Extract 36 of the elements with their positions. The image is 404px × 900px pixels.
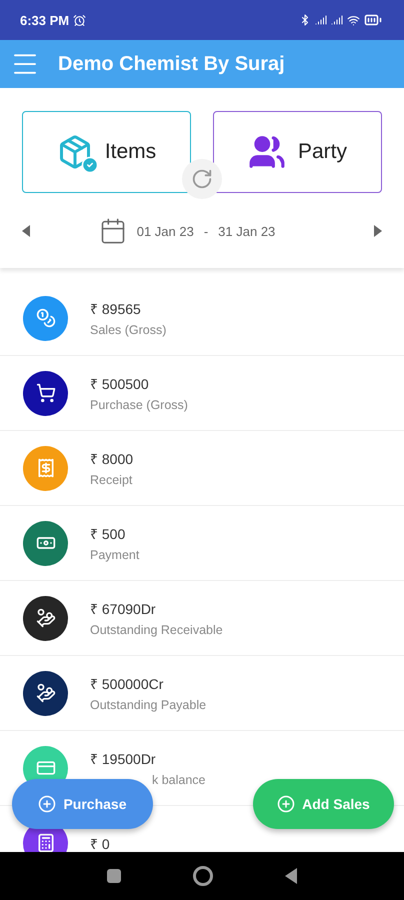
- summary-label: k balance: [152, 773, 206, 787]
- amount-text: ₹ 0: [90, 834, 110, 852]
- amount-text: ₹ 500500: [90, 375, 150, 393]
- recents-icon[interactable]: [107, 869, 121, 883]
- date-to: 31 Jan 23: [218, 224, 276, 238]
- amount-text: ₹ 8000: [90, 450, 134, 468]
- signal-icon: [315, 14, 327, 26]
- summary-label: Outstanding Receivable: [90, 623, 223, 637]
- summary-label: Sales (Gross): [90, 323, 166, 337]
- signal-icon: [331, 14, 343, 26]
- wifi-icon: [347, 14, 360, 26]
- users-icon: [248, 133, 286, 171]
- summary-label: Receipt: [90, 473, 134, 487]
- summary-label: Outstanding Payable: [90, 698, 206, 712]
- plus-icon: [38, 795, 56, 813]
- amount-text: ₹ 500: [90, 525, 126, 543]
- party-card[interactable]: Party: [213, 111, 382, 193]
- summary-label: Payment: [90, 548, 140, 562]
- amount-text: ₹ 67090Dr: [90, 600, 157, 618]
- status-time: 6:33 PM: [20, 12, 70, 28]
- refresh-icon: [191, 168, 213, 190]
- amount-text: ₹ 19500Dr: [90, 750, 157, 768]
- home-icon[interactable]: [193, 866, 213, 886]
- date-separator: -: [204, 224, 208, 238]
- previous-arrow-icon[interactable]: [22, 225, 30, 237]
- date-from: 01 Jan 23: [136, 224, 194, 238]
- bluetooth-icon: [299, 14, 311, 26]
- plus-icon: [277, 795, 296, 813]
- calendar-icon[interactable]: [98, 217, 127, 245]
- alarm-icon: [73, 14, 86, 26]
- back-icon[interactable]: [285, 868, 297, 884]
- amount-text: ₹ 89565: [90, 300, 142, 318]
- app-title: Demo Chemist By Suraj: [58, 52, 285, 76]
- summary-label: Purchase (Gross): [90, 398, 188, 412]
- amount-text: ₹ 500000Cr: [90, 675, 164, 693]
- next-arrow-icon[interactable]: [374, 225, 382, 237]
